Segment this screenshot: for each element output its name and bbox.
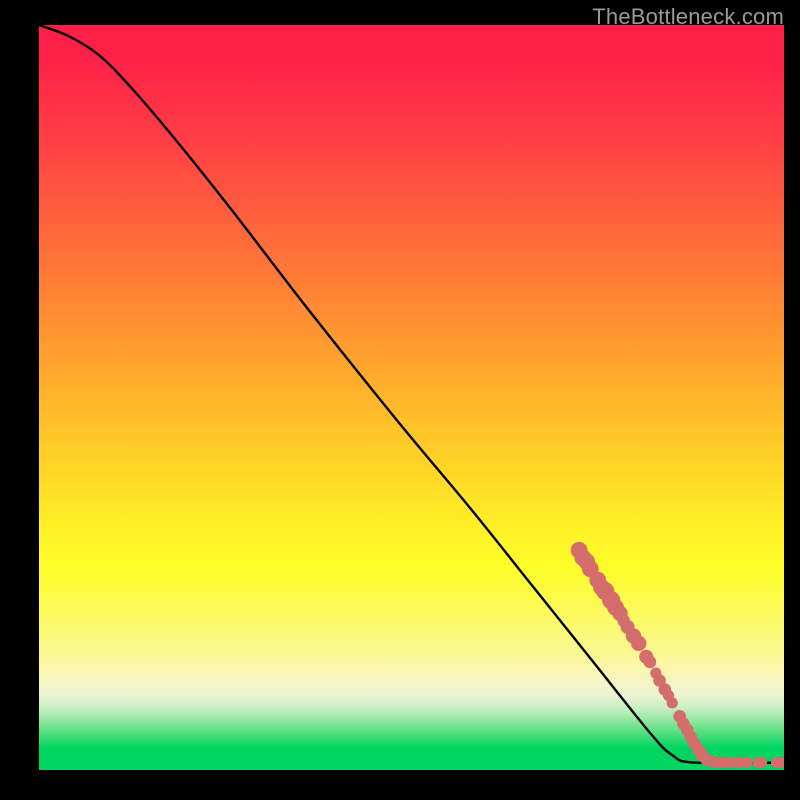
marker-dot [673, 710, 686, 723]
marker-dot [719, 757, 730, 768]
marker-dot [650, 668, 661, 679]
marker-dot [734, 757, 745, 768]
marker-dot [681, 723, 694, 736]
marker-dot [653, 674, 666, 687]
marker-dot [716, 757, 727, 768]
marker-dot [771, 757, 782, 768]
marker-dot [574, 549, 591, 566]
marker-dot [700, 753, 713, 766]
marker-dot [612, 606, 627, 621]
marker-dot [663, 690, 674, 701]
marker-dot [626, 628, 641, 643]
marker-dot [752, 757, 763, 768]
marker-dot [756, 757, 767, 768]
marker-dot [711, 757, 722, 768]
marker-dot [693, 744, 706, 757]
marker-dot [589, 572, 606, 589]
bottleneck-curve [39, 25, 784, 763]
marker-dot [607, 599, 624, 616]
marker-dot [602, 591, 620, 609]
chart-overlay [39, 25, 784, 770]
marker-dot [685, 731, 698, 744]
marker-dot [639, 650, 653, 664]
chart-frame: TheBottleneck.com [0, 0, 800, 800]
marker-dot [618, 615, 631, 628]
marker-dot [775, 757, 784, 768]
highlight-markers [571, 542, 784, 768]
marker-dot [696, 749, 709, 762]
marker-dot [596, 582, 614, 600]
marker-dot [708, 756, 719, 767]
marker-dot [582, 560, 599, 577]
plot-area [39, 25, 784, 770]
marker-dot [688, 738, 701, 751]
marker-dot [667, 697, 678, 708]
marker-dot [726, 757, 737, 768]
marker-dot [644, 656, 657, 669]
marker-dot [659, 683, 672, 696]
marker-dot [571, 542, 588, 559]
marker-dot [593, 579, 610, 596]
marker-dot [704, 755, 715, 766]
marker-dot [621, 620, 635, 634]
marker-dot [677, 718, 690, 731]
marker-dot [741, 757, 752, 768]
marker-dot [578, 553, 595, 570]
marker-dot [631, 636, 646, 651]
